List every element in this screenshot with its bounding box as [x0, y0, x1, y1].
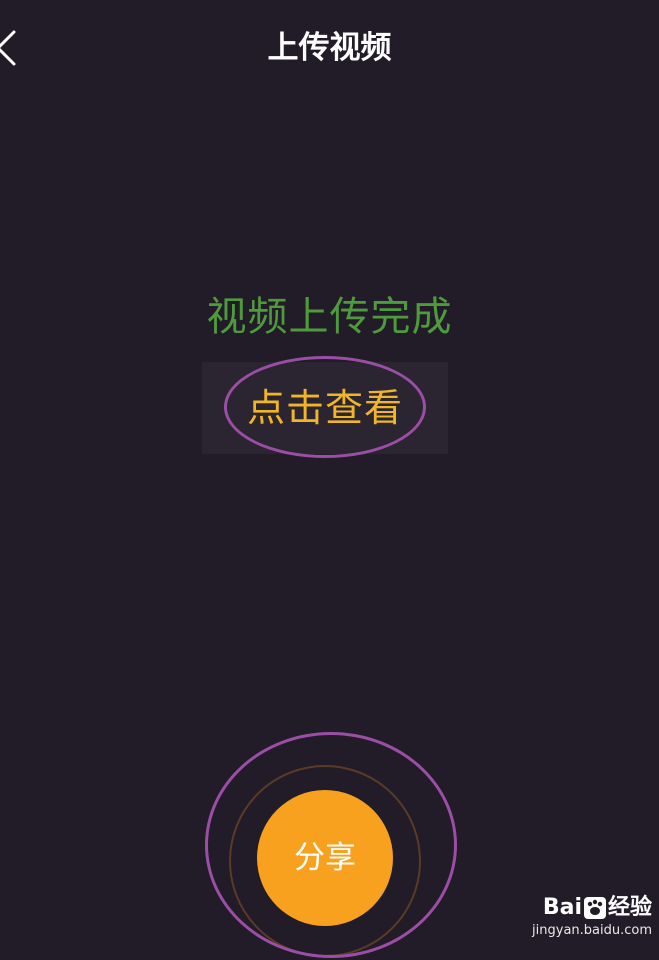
watermark-brand-right: 经验: [607, 895, 652, 920]
watermark-brand-left: Bai: [542, 895, 582, 920]
header: 上传视频: [0, 0, 659, 96]
annotation-circle-view: [224, 356, 426, 458]
baidu-jingyan-watermark: Bai 经验 jingyan.baidu.com: [502, 894, 652, 950]
watermark-logo: Bai 经验: [502, 894, 652, 922]
upload-complete-message: 视频上传完成: [206, 294, 453, 340]
upload-video-screen: 上传视频 视频上传完成 点击查看 分享 Bai 经验 jingyan.baidu…: [0, 0, 659, 960]
page-title: 上传视频: [267, 30, 392, 66]
paw-icon: [583, 897, 606, 919]
annotation-circle-share: [205, 732, 457, 958]
watermark-url: jingyan.baidu.com: [532, 923, 652, 938]
